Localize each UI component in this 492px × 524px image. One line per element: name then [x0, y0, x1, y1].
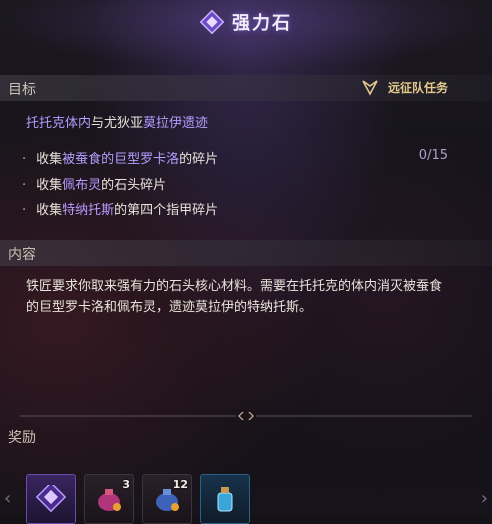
- objective-target: 特纳托斯: [62, 203, 115, 218]
- objective-suffix: 的第四个指甲碎片: [114, 203, 219, 218]
- objective-suffix: 的碎片: [179, 152, 219, 167]
- quest-diamond-icon: [200, 10, 224, 34]
- objective-target: 佩布灵: [62, 178, 102, 193]
- objective-progress: 0/15: [418, 148, 448, 163]
- reward-list: 3 12: [26, 474, 250, 524]
- reward-slot[interactable]: [26, 474, 76, 524]
- location-connector: 与尤狄亚: [91, 116, 144, 131]
- location-part2: 莫拉伊遗迹: [143, 116, 209, 131]
- content-section-header: 内容: [0, 240, 492, 266]
- scroll-right-arrow-icon[interactable]: ›: [481, 488, 488, 509]
- reward-slot[interactable]: 3: [84, 474, 134, 524]
- objective-prefix: 收集: [36, 178, 63, 193]
- location-part1: 托托克体内: [26, 116, 92, 131]
- window-title: 强力石: [232, 13, 292, 34]
- potion-bottle-icon: [217, 487, 233, 512]
- objective-item: · 收集特纳托斯的第四个指甲碎片: [22, 203, 219, 218]
- objective-suffix: 的石头碎片: [101, 178, 167, 193]
- expedition-quest-icon: [362, 80, 378, 96]
- objective-item: · 收集佩布灵的石头碎片: [22, 178, 167, 193]
- window-header: 强力石: [0, 6, 492, 38]
- reward-slot[interactable]: 12: [142, 474, 192, 524]
- purple-crystal-icon: [35, 485, 67, 513]
- objective-prefix: 收集: [36, 203, 63, 218]
- reward-section-header: 奖励: [0, 423, 492, 449]
- pouch-red-icon: [98, 489, 121, 511]
- ornament-divider: [20, 412, 472, 420]
- objective-target: 被蚕食的巨型罗卡洛: [62, 152, 180, 167]
- quest-description: 铁匠要求你取来强有力的石头核心材料。需要在托托克的体内消灭被蚕食的巨型罗卡洛和佩…: [26, 279, 443, 315]
- quest-type-label: 远征队任务: [387, 81, 448, 95]
- objective-prefix: 收集: [36, 152, 63, 167]
- objective-item: · 收集被蚕食的巨型罗卡洛的碎片: [22, 152, 219, 167]
- objective-section-header: 目标 远征队任务: [0, 75, 492, 101]
- reward-count: 12: [172, 478, 188, 491]
- quest-location: 托托克体内与尤狄亚莫拉伊遗迹: [26, 112, 208, 131]
- objective-section-label: 目标: [8, 82, 36, 98]
- reward-slot[interactable]: [200, 474, 250, 524]
- reward-section-label: 奖励: [8, 430, 36, 446]
- reward-count: 3: [122, 478, 130, 491]
- content-section-label: 内容: [8, 247, 36, 263]
- scroll-left-arrow-icon[interactable]: ‹: [4, 488, 11, 509]
